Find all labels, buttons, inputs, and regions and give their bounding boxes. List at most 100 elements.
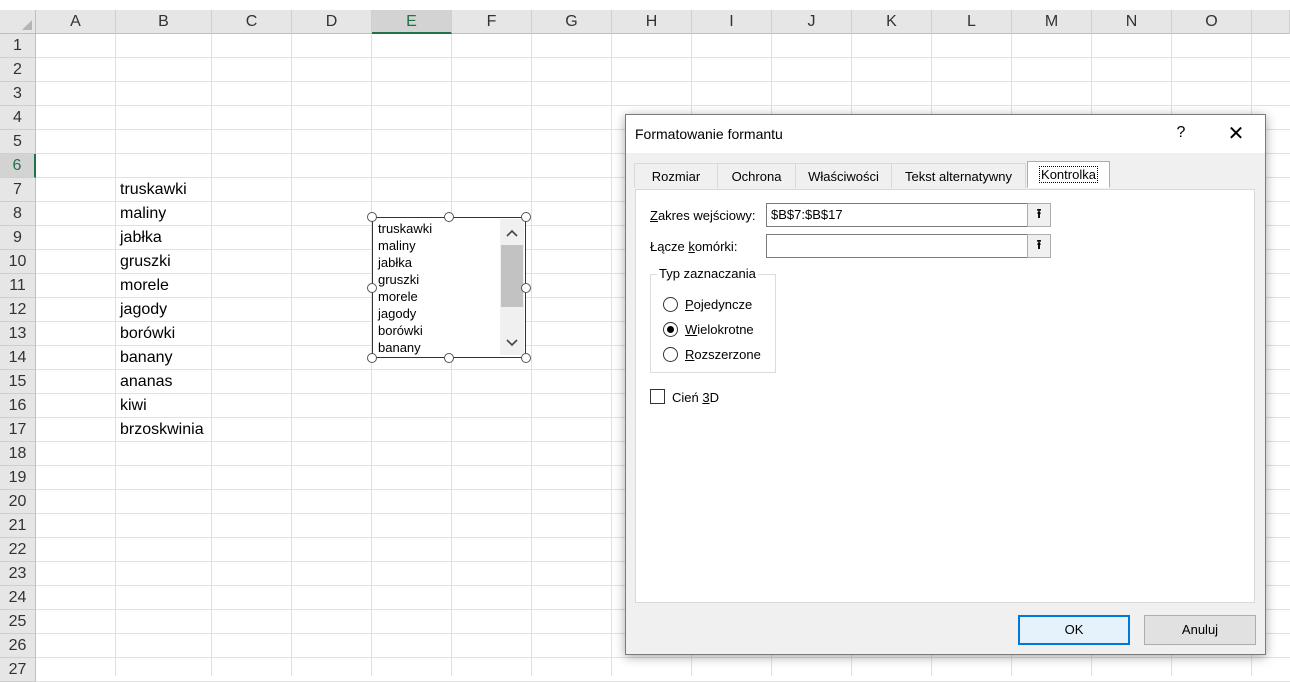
row-header-26[interactable]: 26: [0, 634, 36, 658]
row-header-16[interactable]: 16: [0, 394, 36, 418]
column-header-d[interactable]: D: [292, 10, 372, 34]
row-header-24[interactable]: 24: [0, 586, 36, 610]
row-header-13[interactable]: 13: [0, 322, 36, 346]
cell-b8[interactable]: maliny: [120, 202, 166, 226]
radio-multi-label[interactable]: Wielokrotne: [685, 322, 754, 337]
row-header-12[interactable]: 12: [0, 298, 36, 322]
radio-single-label[interactable]: Pojedyncze: [685, 297, 752, 312]
row-header-27[interactable]: 27: [0, 658, 36, 682]
row-header-19[interactable]: 19: [0, 466, 36, 490]
dialog-titlebar[interactable]: Formatowanie formantu ? ✕: [626, 115, 1265, 153]
fruit-listbox-control[interactable]: truskawki maliny jabłka gruszki morele jagody…: [372, 217, 526, 358]
row-header-9[interactable]: 9: [0, 226, 36, 250]
row-header-22[interactable]: 22: [0, 538, 36, 562]
column-header-f[interactable]: F: [452, 10, 532, 34]
tab-panel-kontrolka: Zakres wejściowy: $B$7:$B$17 ⭱ Łącze kom…: [635, 189, 1255, 603]
row-header-6[interactable]: 6: [0, 154, 36, 178]
row-header-5[interactable]: 5: [0, 130, 36, 154]
listbox-item[interactable]: jagody: [378, 305, 416, 322]
row-header-25[interactable]: 25: [0, 610, 36, 634]
ok-button[interactable]: OK: [1018, 615, 1130, 645]
shadow-3d-checkbox[interactable]: [650, 389, 665, 404]
column-header-h[interactable]: H: [612, 10, 692, 34]
column-header-e[interactable]: E: [372, 10, 452, 34]
input-range-field[interactable]: $B$7:$B$17: [766, 203, 1028, 227]
row-gridline: [36, 81, 1290, 82]
tab-rozmiar[interactable]: Rozmiar: [634, 163, 718, 188]
cell-b12[interactable]: jagody: [120, 298, 167, 322]
row-header-7[interactable]: 7: [0, 178, 36, 202]
row-header-17[interactable]: 17: [0, 418, 36, 442]
column-header-i[interactable]: I: [692, 10, 772, 34]
cell-b16[interactable]: kiwi: [120, 394, 147, 418]
row-header-10[interactable]: 10: [0, 250, 36, 274]
cell-b14[interactable]: banany: [120, 346, 173, 370]
column-header-l[interactable]: L: [932, 10, 1012, 34]
row-header-15[interactable]: 15: [0, 370, 36, 394]
column-header-g[interactable]: G: [532, 10, 612, 34]
row-header-18[interactable]: 18: [0, 442, 36, 466]
listbox-scroll-thumb[interactable]: [501, 245, 523, 307]
column-header-c[interactable]: C: [212, 10, 292, 34]
listbox-item[interactable]: gruszki: [378, 271, 419, 288]
radio-single[interactable]: [663, 297, 678, 312]
cell-b15[interactable]: ananas: [120, 370, 173, 394]
cell-b10[interactable]: gruszki: [120, 250, 171, 274]
tab-tekst-alternatywny[interactable]: Tekst alternatywny: [891, 163, 1026, 188]
row-header-4[interactable]: 4: [0, 106, 36, 130]
resize-handle-right[interactable]: [521, 283, 531, 293]
row-header-14[interactable]: 14: [0, 346, 36, 370]
column-header-n[interactable]: N: [1092, 10, 1172, 34]
listbox-item[interactable]: borówki: [378, 322, 423, 339]
cell-b13[interactable]: borówki: [120, 322, 175, 346]
cell-b11[interactable]: morele: [120, 274, 169, 298]
select-all-corner[interactable]: [0, 10, 36, 34]
row-header-3[interactable]: 3: [0, 82, 36, 106]
row-header-1[interactable]: 1: [0, 34, 36, 58]
column-header-partial[interactable]: [1252, 10, 1290, 34]
shadow-3d-label[interactable]: Cień 3D: [672, 390, 719, 405]
collapse-dialog-icon[interactable]: ⭱: [1027, 234, 1051, 258]
resize-handle-bottom-right[interactable]: [521, 353, 531, 363]
resize-handle-top-right[interactable]: [521, 212, 531, 222]
cell-b7[interactable]: truskawki: [120, 178, 187, 202]
listbox-item[interactable]: morele: [378, 288, 418, 305]
column-header-k[interactable]: K: [852, 10, 932, 34]
tab-wlasciwosci[interactable]: Właściwości: [795, 163, 892, 188]
column-header-o[interactable]: O: [1172, 10, 1252, 34]
chevron-up-icon[interactable]: [504, 225, 520, 241]
column-header-b[interactable]: B: [116, 10, 212, 34]
tab-ochrona[interactable]: Ochrona: [717, 163, 796, 188]
row-header-21[interactable]: 21: [0, 514, 36, 538]
tab-kontrolka[interactable]: Kontrolka: [1027, 161, 1110, 188]
radio-extended-label[interactable]: Rozszerzone: [685, 347, 761, 362]
row-header-8[interactable]: 8: [0, 202, 36, 226]
column-header-m[interactable]: M: [1012, 10, 1092, 34]
column-header-a[interactable]: A: [36, 10, 116, 34]
listbox-item[interactable]: maliny: [378, 237, 416, 254]
collapse-dialog-icon[interactable]: ⭱: [1027, 203, 1051, 227]
resize-handle-bottom-left[interactable]: [367, 353, 377, 363]
cell-b9[interactable]: jabłka: [120, 226, 162, 250]
resize-handle-bottom[interactable]: [444, 353, 454, 363]
cell-link-field[interactable]: [766, 234, 1028, 258]
radio-extended[interactable]: [663, 347, 678, 362]
row-header-11[interactable]: 11: [0, 274, 36, 298]
listbox-item[interactable]: banany: [378, 339, 421, 356]
radio-multi[interactable]: [663, 322, 678, 337]
listbox-item[interactable]: jabłka: [378, 254, 412, 271]
listbox-item[interactable]: truskawki: [378, 220, 432, 237]
row-header-2[interactable]: 2: [0, 58, 36, 82]
row-header-23[interactable]: 23: [0, 562, 36, 586]
help-button[interactable]: ?: [1171, 124, 1191, 142]
resize-handle-top-left[interactable]: [367, 212, 377, 222]
column-header-j[interactable]: J: [772, 10, 852, 34]
chevron-down-icon[interactable]: [504, 335, 520, 351]
dialog-title: Formatowanie formantu: [635, 126, 783, 142]
row-header-20[interactable]: 20: [0, 490, 36, 514]
cell-b17[interactable]: brzoskwinia: [120, 418, 204, 442]
resize-handle-top[interactable]: [444, 212, 454, 222]
resize-handle-left[interactable]: [367, 283, 377, 293]
close-icon[interactable]: ✕: [1224, 121, 1248, 146]
cancel-button[interactable]: Anuluj: [1144, 615, 1256, 645]
